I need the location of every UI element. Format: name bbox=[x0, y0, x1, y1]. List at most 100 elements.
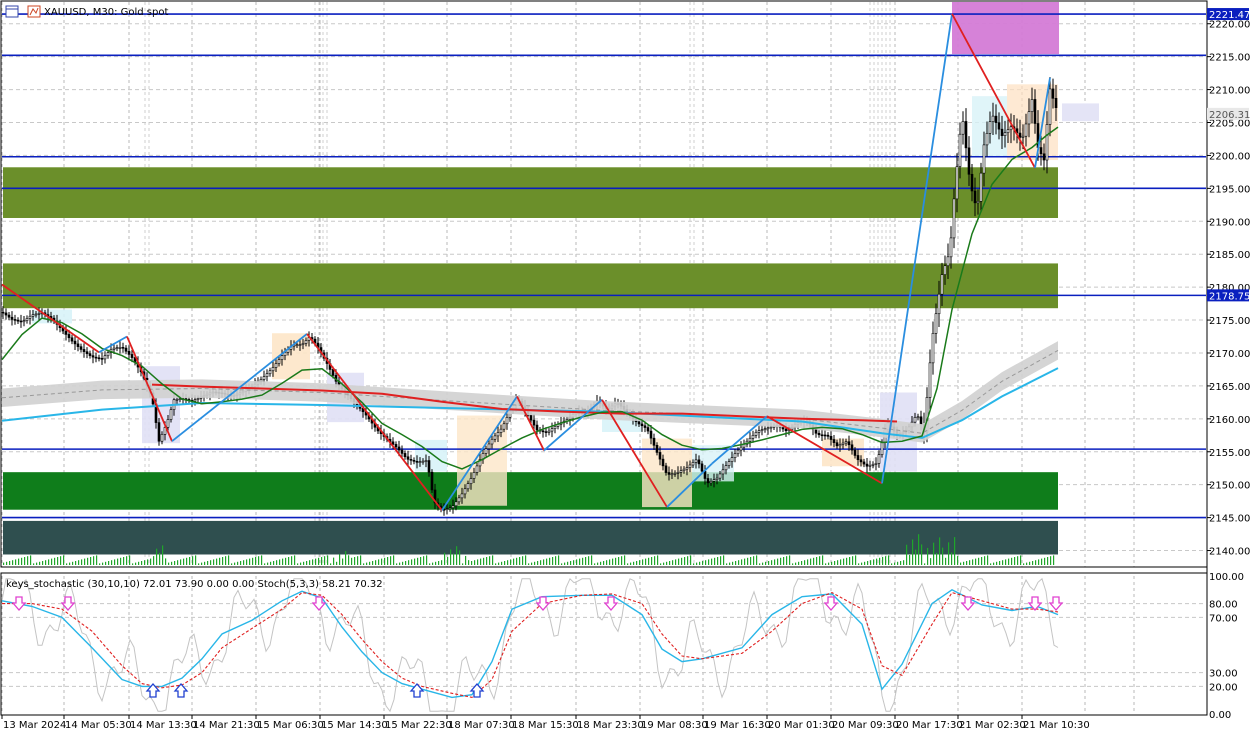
volume-bar bbox=[747, 557, 749, 565]
volume-bar bbox=[195, 555, 197, 565]
volume-bar bbox=[69, 562, 71, 565]
candle-body bbox=[484, 448, 488, 454]
volume-bar bbox=[234, 562, 236, 565]
candle-body bbox=[427, 460, 431, 473]
volume-bar bbox=[954, 537, 956, 565]
volume-bar bbox=[678, 558, 680, 565]
volume-bar bbox=[204, 561, 206, 565]
symbol-title: XAUUSD, M30: Gold spot bbox=[44, 7, 168, 18]
candle-body bbox=[400, 449, 404, 454]
volume-bar bbox=[741, 559, 743, 565]
volume-bar bbox=[831, 561, 833, 565]
candle-body bbox=[25, 318, 29, 321]
volume-bar bbox=[249, 558, 251, 565]
volume-bar bbox=[519, 557, 521, 565]
candle-body bbox=[829, 436, 833, 440]
volume-bar bbox=[609, 559, 611, 565]
volume-bar bbox=[816, 557, 818, 565]
chart-window-icon[interactable] bbox=[5, 5, 19, 18]
candle-body bbox=[160, 434, 164, 442]
candle-body bbox=[331, 369, 335, 376]
volume-bar bbox=[630, 562, 632, 565]
candle-body bbox=[697, 459, 701, 465]
candle-body bbox=[16, 319, 20, 322]
candle-body bbox=[118, 347, 122, 349]
candle-body bbox=[691, 462, 695, 466]
candle-body bbox=[304, 340, 308, 344]
chart-window[interactable]: 2220.00 2215.00 2210.00 2205.00 2200.00 2195.… bbox=[0, 0, 1258, 732]
volume-bar bbox=[402, 561, 404, 565]
volume-bar bbox=[504, 561, 506, 565]
volume-bar bbox=[153, 556, 155, 565]
volume-bar bbox=[201, 562, 203, 565]
candle-body bbox=[448, 507, 452, 510]
volume-bar bbox=[786, 556, 788, 565]
symbol-icon[interactable] bbox=[27, 5, 41, 18]
volume-bar bbox=[771, 560, 773, 565]
volume-bar bbox=[408, 560, 410, 565]
volume-bar bbox=[384, 557, 386, 565]
candle-body bbox=[658, 452, 662, 460]
volume-bar bbox=[306, 561, 308, 565]
volume-bar bbox=[795, 562, 797, 565]
price-marker-0: 2221.47 bbox=[1209, 10, 1250, 21]
volume-bar bbox=[261, 555, 263, 565]
volume-bar bbox=[921, 544, 923, 565]
volume-bar bbox=[15, 559, 17, 565]
volume-bar bbox=[96, 555, 98, 565]
candle-body bbox=[13, 319, 17, 321]
volume-bar bbox=[951, 552, 953, 565]
candle-body bbox=[970, 173, 974, 192]
volume-bar bbox=[393, 555, 395, 565]
volume-bar bbox=[216, 558, 218, 565]
volume-bar bbox=[282, 558, 284, 565]
volume-bar bbox=[438, 561, 440, 565]
volume-bar bbox=[879, 557, 881, 565]
volume-bar bbox=[135, 562, 137, 565]
price-label-7: 2185.00 bbox=[1209, 250, 1250, 261]
volume-bar bbox=[864, 561, 866, 565]
time-label-14: 20 Mar 17:30 bbox=[896, 720, 963, 731]
candle-body bbox=[1030, 99, 1034, 113]
volume-bar bbox=[48, 559, 50, 565]
candle-body bbox=[106, 352, 110, 357]
volume-bar bbox=[999, 561, 1001, 565]
candle-body bbox=[832, 439, 836, 443]
time-label-9: 18 Mar 23:30 bbox=[577, 720, 644, 731]
price-label-12: 2160.00 bbox=[1209, 415, 1250, 426]
chart-canvas[interactable]: 2220.002215.002210.002205.002200.002195.… bbox=[0, 0, 1258, 732]
volume-bar bbox=[993, 562, 995, 565]
volume-bar bbox=[1017, 556, 1019, 565]
volume-bar bbox=[435, 561, 437, 565]
volume-bar bbox=[405, 561, 407, 565]
time-label-16: 21 Mar 10:30 bbox=[1023, 720, 1090, 731]
volume-bar bbox=[522, 556, 524, 565]
candle-body bbox=[976, 201, 980, 204]
candle-body bbox=[88, 353, 92, 356]
volume-bar bbox=[675, 559, 677, 565]
candle-body bbox=[841, 442, 845, 445]
volume-bar bbox=[279, 559, 281, 565]
time-label-13: 20 Mar 09:30 bbox=[832, 720, 899, 731]
time-label-8: 18 Mar 15:30 bbox=[512, 720, 579, 731]
volume-bar bbox=[129, 555, 131, 565]
candle-body bbox=[271, 367, 275, 372]
volume-bar bbox=[3, 562, 5, 565]
candle-body bbox=[463, 488, 467, 495]
volume-bar bbox=[138, 561, 140, 565]
candle-body bbox=[91, 355, 95, 358]
candle-body bbox=[415, 461, 419, 463]
volume-bar bbox=[708, 559, 710, 565]
volume-bar bbox=[54, 557, 56, 565]
volume-bar bbox=[933, 542, 935, 565]
volume-bar bbox=[426, 555, 428, 565]
candle-body bbox=[280, 355, 284, 360]
candle-body bbox=[1006, 129, 1010, 134]
candle-body bbox=[652, 437, 656, 446]
volume-bar bbox=[333, 557, 335, 565]
volume-bar bbox=[87, 557, 89, 565]
volume-bar bbox=[555, 556, 557, 565]
volume-bar bbox=[300, 562, 302, 565]
candle-body bbox=[100, 358, 104, 360]
candle-body bbox=[460, 493, 464, 499]
